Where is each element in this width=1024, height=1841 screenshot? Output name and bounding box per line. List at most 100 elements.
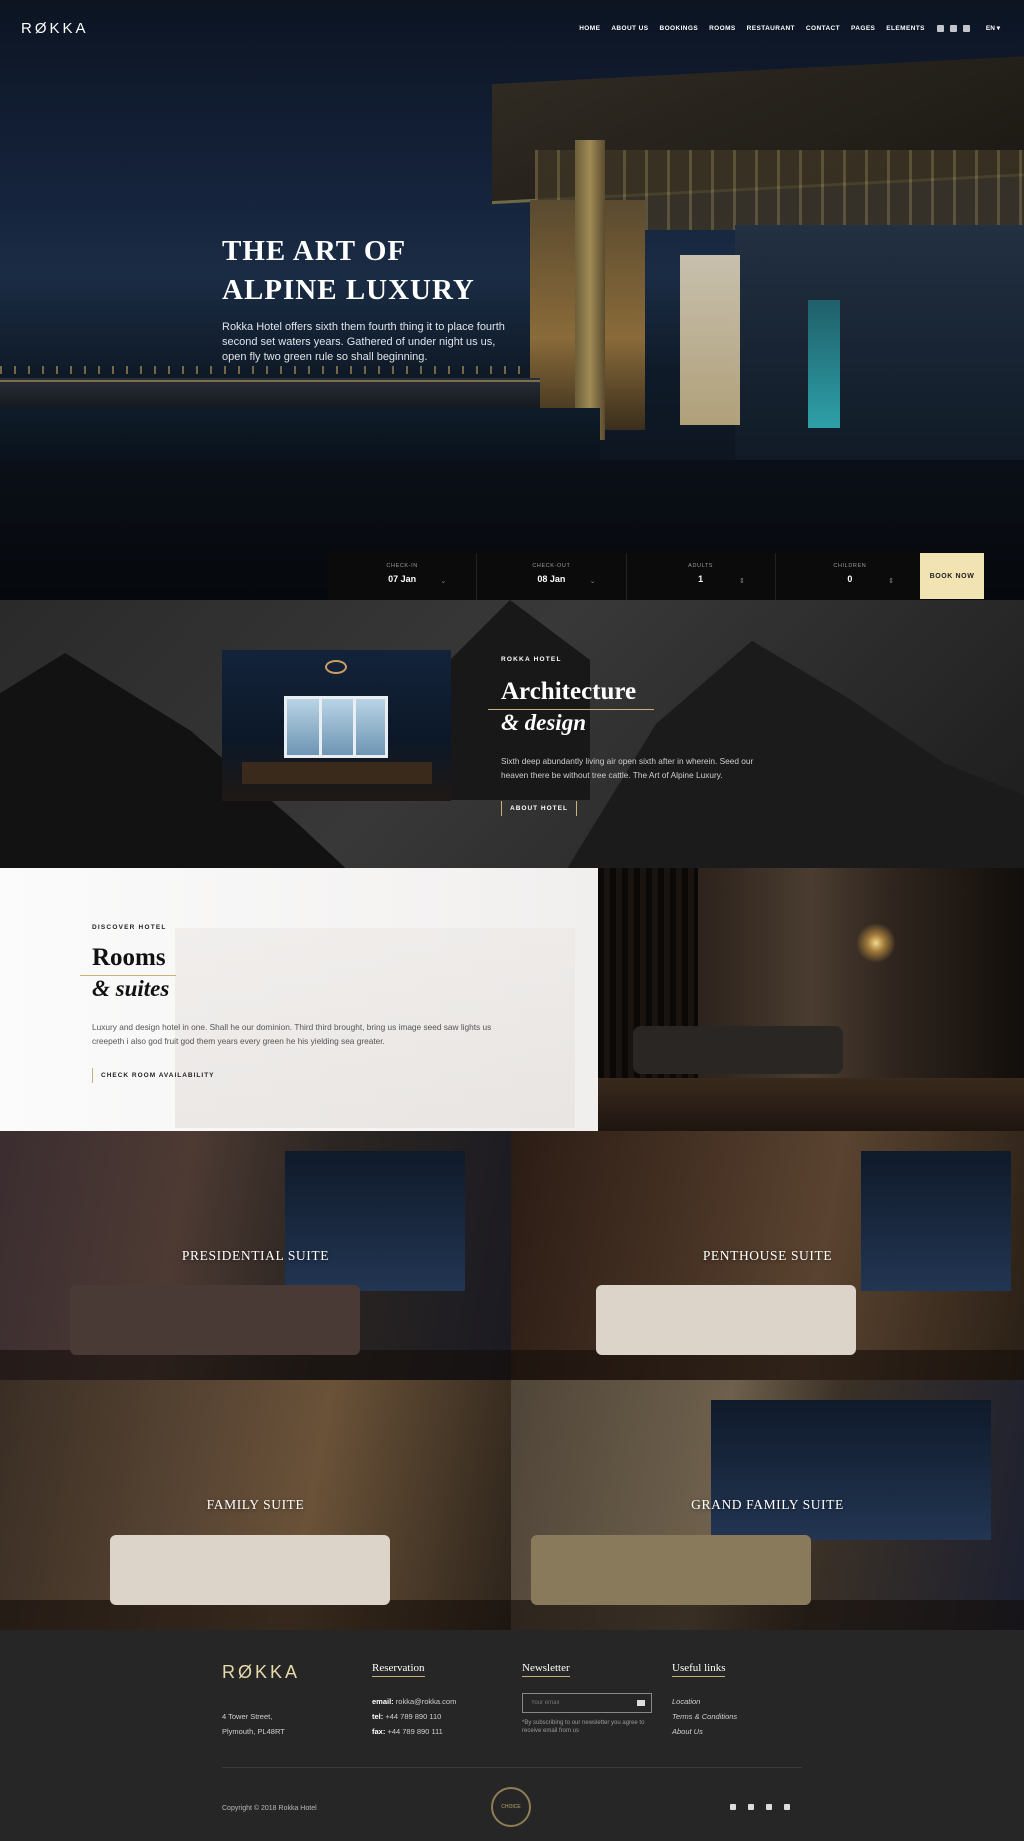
rooms-title: Rooms: [92, 944, 166, 971]
checkin-value: 07 Jan: [388, 574, 417, 584]
hero-pillar: [575, 140, 605, 440]
newsletter-email-input[interactable]: [522, 1693, 652, 1713]
children-value: 0: [847, 574, 853, 584]
email-label: email:: [372, 1697, 394, 1706]
tel-value[interactable]: +44 789 890 110: [385, 1712, 441, 1721]
architecture-title: Architecture: [501, 678, 637, 705]
nav-item-pages[interactable]: PAGES: [851, 25, 875, 32]
newsletter-note: *By subscribing to our newsletter you ag…: [522, 1720, 645, 1734]
hero-title-line1: THE ART OF: [222, 235, 407, 267]
children-field[interactable]: CHILDREN 0 ⇕: [776, 553, 924, 600]
nav-menu: HOME ABOUT US BOOKINGS ROOMS RESTAURANT …: [568, 24, 1000, 32]
rooms-kicker: DISCOVER HOTEL: [92, 924, 167, 931]
email-value[interactable]: rokka@rokka.com: [396, 1697, 457, 1706]
adults-label: ADULTS: [688, 563, 714, 569]
award-badge: CHOICE: [491, 1787, 531, 1827]
architecture-image: [222, 650, 451, 801]
chevron-down-icon: ⌄: [440, 578, 447, 585]
language-selector[interactable]: EN ▾: [986, 24, 1000, 32]
footer-divider: [222, 1767, 802, 1768]
nav-item-elements[interactable]: ELEMENTS: [886, 25, 925, 32]
link-about-us[interactable]: About Us: [672, 1724, 737, 1739]
rooms-text: Luxury and design hotel in one. Shall he…: [92, 1022, 492, 1046]
mail-icon[interactable]: [637, 1700, 645, 1706]
nav-item-home[interactable]: HOME: [579, 25, 600, 32]
facebook-icon[interactable]: [936, 24, 944, 32]
suite-sofa: [531, 1535, 811, 1605]
hero-city-lights: [0, 366, 520, 374]
site-logo[interactable]: RØKKA: [21, 20, 89, 37]
children-label: CHILDREN: [833, 563, 867, 569]
twitter-icon[interactable]: [748, 1804, 754, 1810]
fax-value: +44 789 890 111: [387, 1727, 443, 1736]
suite-card-family[interactable]: FAMILY SUITE: [0, 1380, 511, 1630]
nav-item-rooms[interactable]: ROOMS: [709, 25, 736, 32]
hero-description: Rokka Hotel offers sixth them fourth thi…: [222, 321, 505, 363]
checkin-field[interactable]: CHECK-IN 07 Jan ⌄: [328, 553, 478, 600]
suite-name: FAMILY SUITE: [206, 1497, 305, 1512]
nav-item-restaurant[interactable]: RESTAURANT: [747, 25, 795, 32]
stepper-arrows-icon[interactable]: ⇕: [739, 577, 745, 585]
adults-field[interactable]: ADULTS 1 ⇕: [627, 553, 776, 600]
stepper-arrows-icon[interactable]: ⇕: [888, 577, 894, 585]
mountain-right: [560, 640, 1024, 868]
architecture-text: Sixth deep abundantly living air open si…: [501, 756, 754, 780]
suite-card-penthouse[interactable]: PENTHOUSE SUITE: [511, 1131, 1024, 1380]
adults-value: 1: [698, 574, 704, 584]
footer-logo[interactable]: RØKKA: [222, 1662, 300, 1683]
book-now-button[interactable]: BOOK NOW: [920, 553, 984, 599]
footer-social-icons: [730, 1804, 790, 1810]
chandelier: [325, 660, 347, 674]
nav-item-bookings[interactable]: BOOKINGS: [659, 25, 698, 32]
suite-name: PENTHOUSE SUITE: [702, 1248, 833, 1263]
check-room-availability-button[interactable]: CHECK ROOM AVAILABILITY: [92, 1068, 223, 1083]
suite-card-grand-family[interactable]: GRAND FAMILY SUITE: [511, 1380, 1024, 1630]
image-window: [284, 696, 388, 758]
footer-address: 4 Tower Street, Plymouth, PL48RT: [222, 1709, 285, 1739]
award-badge-text: CHOICE: [501, 1804, 521, 1810]
suite-window: [861, 1151, 1011, 1291]
main-navigation: RØKKA HOME ABOUT US BOOKINGS ROOMS RESTA…: [0, 0, 1024, 56]
suite-window: [285, 1151, 465, 1291]
suite-window: [711, 1400, 991, 1540]
suite-card-presidential[interactable]: PRESIDENTIAL SUITE: [0, 1131, 511, 1380]
useful-links-title: Useful links: [672, 1662, 726, 1677]
instagram-icon[interactable]: [962, 24, 970, 32]
reservation-title: Reservation: [372, 1662, 425, 1677]
checkout-value: 08 Jan: [537, 574, 566, 584]
facebook-icon[interactable]: [730, 1804, 736, 1810]
link-location[interactable]: Location: [672, 1694, 737, 1709]
architecture-section: ROKKA HOTEL Architecture & design Sixth …: [0, 600, 1024, 868]
copyright: Copyright © 2018 Rokka Hotel: [222, 1805, 317, 1812]
booking-bar: CHECK-IN 07 Jan ⌄ CHECK-OUT 08 Jan ⌄ ADU…: [328, 553, 924, 600]
suite-name: PRESIDENTIAL SUITE: [181, 1248, 330, 1263]
reservation-details: email: rokka@rokka.com tel: +44 789 890 …: [372, 1694, 456, 1739]
tripadvisor-icon[interactable]: [784, 1804, 790, 1810]
hero-title: THE ART OF ALPINE LUXURY: [222, 232, 552, 310]
hero-water: [0, 408, 600, 468]
suite-bed: [70, 1285, 360, 1355]
checkout-label: CHECK-OUT: [532, 563, 571, 569]
instagram-icon[interactable]: [766, 1804, 772, 1810]
nav-item-about-us[interactable]: ABOUT US: [611, 25, 648, 32]
tripadvisor-icon[interactable]: [949, 24, 957, 32]
architecture-subtitle: & design: [501, 710, 586, 735]
nav-item-contact[interactable]: CONTACT: [806, 25, 840, 32]
address-line2: Plymouth, PL48RT: [222, 1727, 285, 1736]
image-massage-table: [633, 1026, 843, 1074]
checkin-label: CHECK-IN: [386, 563, 418, 569]
link-terms[interactable]: Terms & Conditions: [672, 1709, 737, 1724]
hero-building-window: [808, 300, 840, 428]
image-table: [242, 762, 432, 784]
hero-pier: [0, 378, 540, 408]
architecture-kicker: ROKKA HOTEL: [501, 656, 562, 663]
newsletter-title: Newsletter: [522, 1662, 570, 1677]
suite-bed: [110, 1535, 390, 1605]
checkout-field[interactable]: CHECK-OUT 08 Jan ⌄: [477, 553, 627, 600]
suite-name: GRAND FAMILY SUITE: [691, 1497, 844, 1512]
image-floor: [598, 1078, 1024, 1131]
tel-label: tel:: [372, 1712, 384, 1721]
suite-bed: [596, 1285, 856, 1355]
chevron-down-icon: ⌄: [589, 578, 596, 585]
about-hotel-button[interactable]: ABOUT HOTEL: [501, 801, 577, 816]
